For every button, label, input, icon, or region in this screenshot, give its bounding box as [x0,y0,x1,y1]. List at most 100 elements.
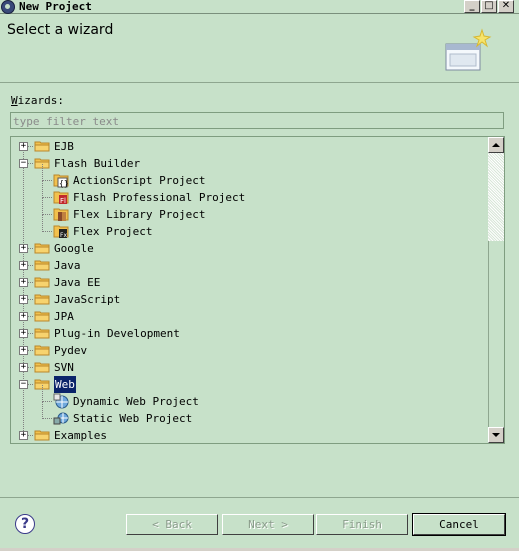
tree-category[interactable]: + JPA [11,308,481,325]
folder-icon [34,344,50,356]
vertical-scrollbar[interactable] [488,137,504,443]
close-button[interactable]: ✕ [498,0,514,13]
tree-category[interactable]: − Web [11,376,481,393]
tree-item[interactable]: {} ActionScript Project [11,164,481,189]
tree-guide-line [42,402,43,419]
wizards-label: Wizards: [11,94,64,107]
tree-item[interactable]: Fl Flash Professional Project [11,181,481,206]
folder-icon [34,310,50,322]
cancel-button[interactable]: Cancel [412,513,506,536]
folder-icon [34,140,50,152]
tree-category[interactable]: + Java EE [11,274,481,291]
scroll-down-button[interactable] [488,427,504,443]
tree-item-label: Dynamic Web Project [73,395,199,408]
tree-item-label: Pydev [54,344,88,357]
finish-button[interactable]: Finish [316,514,408,535]
scroll-thumb[interactable] [488,153,504,241]
maximize-button[interactable]: □ [481,0,497,13]
tree-item-label: Static Web Project [73,412,193,425]
tree-category[interactable]: − Flash Builder [11,155,481,172]
page-title: Select a wizard [7,22,114,38]
wizard-banner-icon [445,28,492,71]
tree-category[interactable]: + Plug-in Development [11,325,481,342]
tree-item-label: Examples [54,429,107,442]
arrow-down-icon [492,433,500,437]
flex-library-icon [53,206,69,222]
expand-icon[interactable]: + [19,295,28,304]
svg-text:Fx: Fx [60,232,67,239]
tree-branch-line [42,180,52,181]
tree-branch-line [42,418,52,419]
dynamic-web-project-icon [53,393,69,409]
tree-category[interactable]: + JavaScript [11,291,481,308]
tree-item[interactable]: Fx Flex Project [11,215,481,240]
tree-branch-line [42,197,52,198]
expand-icon[interactable]: + [19,431,28,440]
app-icon [1,0,15,14]
tree-item[interactable]: Static Web Project [11,402,481,427]
arrow-up-icon [492,143,500,147]
window-title: New Project [19,0,92,13]
tree-item-label: ActionScript Project [73,174,206,187]
wizard-tree[interactable]: + EJB − Flash Builder {} ActionScript Project… [10,136,505,444]
svg-text:Fl: Fl [60,197,66,205]
tree-category[interactable]: + Java [11,257,481,274]
expand-icon[interactable]: + [19,244,28,253]
minimize-button[interactable]: _ [464,0,480,13]
expand-icon[interactable]: + [19,278,28,287]
svg-text:{}: {} [59,179,69,188]
expand-icon[interactable]: + [19,329,28,338]
scroll-up-button[interactable] [488,137,504,153]
flex-project-icon: Fx [53,223,69,239]
tree-branch-line [42,214,52,215]
expand-icon[interactable]: + [19,261,28,270]
help-icon[interactable]: ? [15,514,35,534]
tree-item-label: Flex Library Project [73,208,206,221]
folder-icon [34,242,50,254]
collapse-icon[interactable]: − [19,380,28,389]
folder-icon [34,327,50,339]
folder-icon [34,429,50,441]
tree-branch-line [42,401,52,402]
collapse-icon[interactable]: − [19,159,28,168]
expand-icon[interactable]: + [19,142,28,151]
tree-category[interactable]: + EJB [11,138,481,155]
scroll-track[interactable] [488,241,504,427]
title-bar: New Project _ □ ✕ [0,0,519,14]
flash-professional-icon: Fl [53,189,69,205]
next-button[interactable]: Next > [222,514,314,535]
tree-guide-line [42,215,43,232]
tree-item-label: Java EE [54,276,101,289]
actionscript-project-icon: {} [53,172,69,188]
footer-separator [0,497,519,498]
tree-item-label: Web [54,376,76,393]
tree-item-label: JPA [54,310,74,323]
tree-item-label: JavaScript [54,293,121,306]
tree-branch-line [42,231,52,232]
tree-guide-line [42,198,43,215]
tree-item[interactable]: Dynamic Web Project [11,385,481,410]
tree-category[interactable]: + Google [11,240,481,257]
tree-category[interactable]: + Examples [11,427,481,443]
tree-item-label: Java [54,259,81,272]
tree-item-label: Flex Project [73,225,153,238]
tree-guide-line [42,385,43,402]
expand-icon[interactable]: + [19,346,28,355]
folder-icon [34,276,50,288]
back-button[interactable]: < Back [126,514,218,535]
filter-input[interactable]: type filter text [10,112,504,129]
folder-icon [34,361,50,373]
static-web-project-icon [53,410,69,426]
expand-icon[interactable]: + [19,312,28,321]
tree-item-label: EJB [54,140,74,153]
tree-item[interactable]: Flex Library Project [11,198,481,223]
folder-icon [34,293,50,305]
tree-category[interactable]: + SVN [11,359,481,376]
tree-item-label: Google [54,242,94,255]
expand-icon[interactable]: + [19,363,28,372]
tree-item-label: Plug-in Development [54,327,180,340]
tree-item-label: Flash Builder [54,157,141,170]
tree-item-label: Flash Professional Project [73,191,246,204]
tree-category[interactable]: + Pydev [11,342,481,359]
tree-guide-line [42,164,43,181]
